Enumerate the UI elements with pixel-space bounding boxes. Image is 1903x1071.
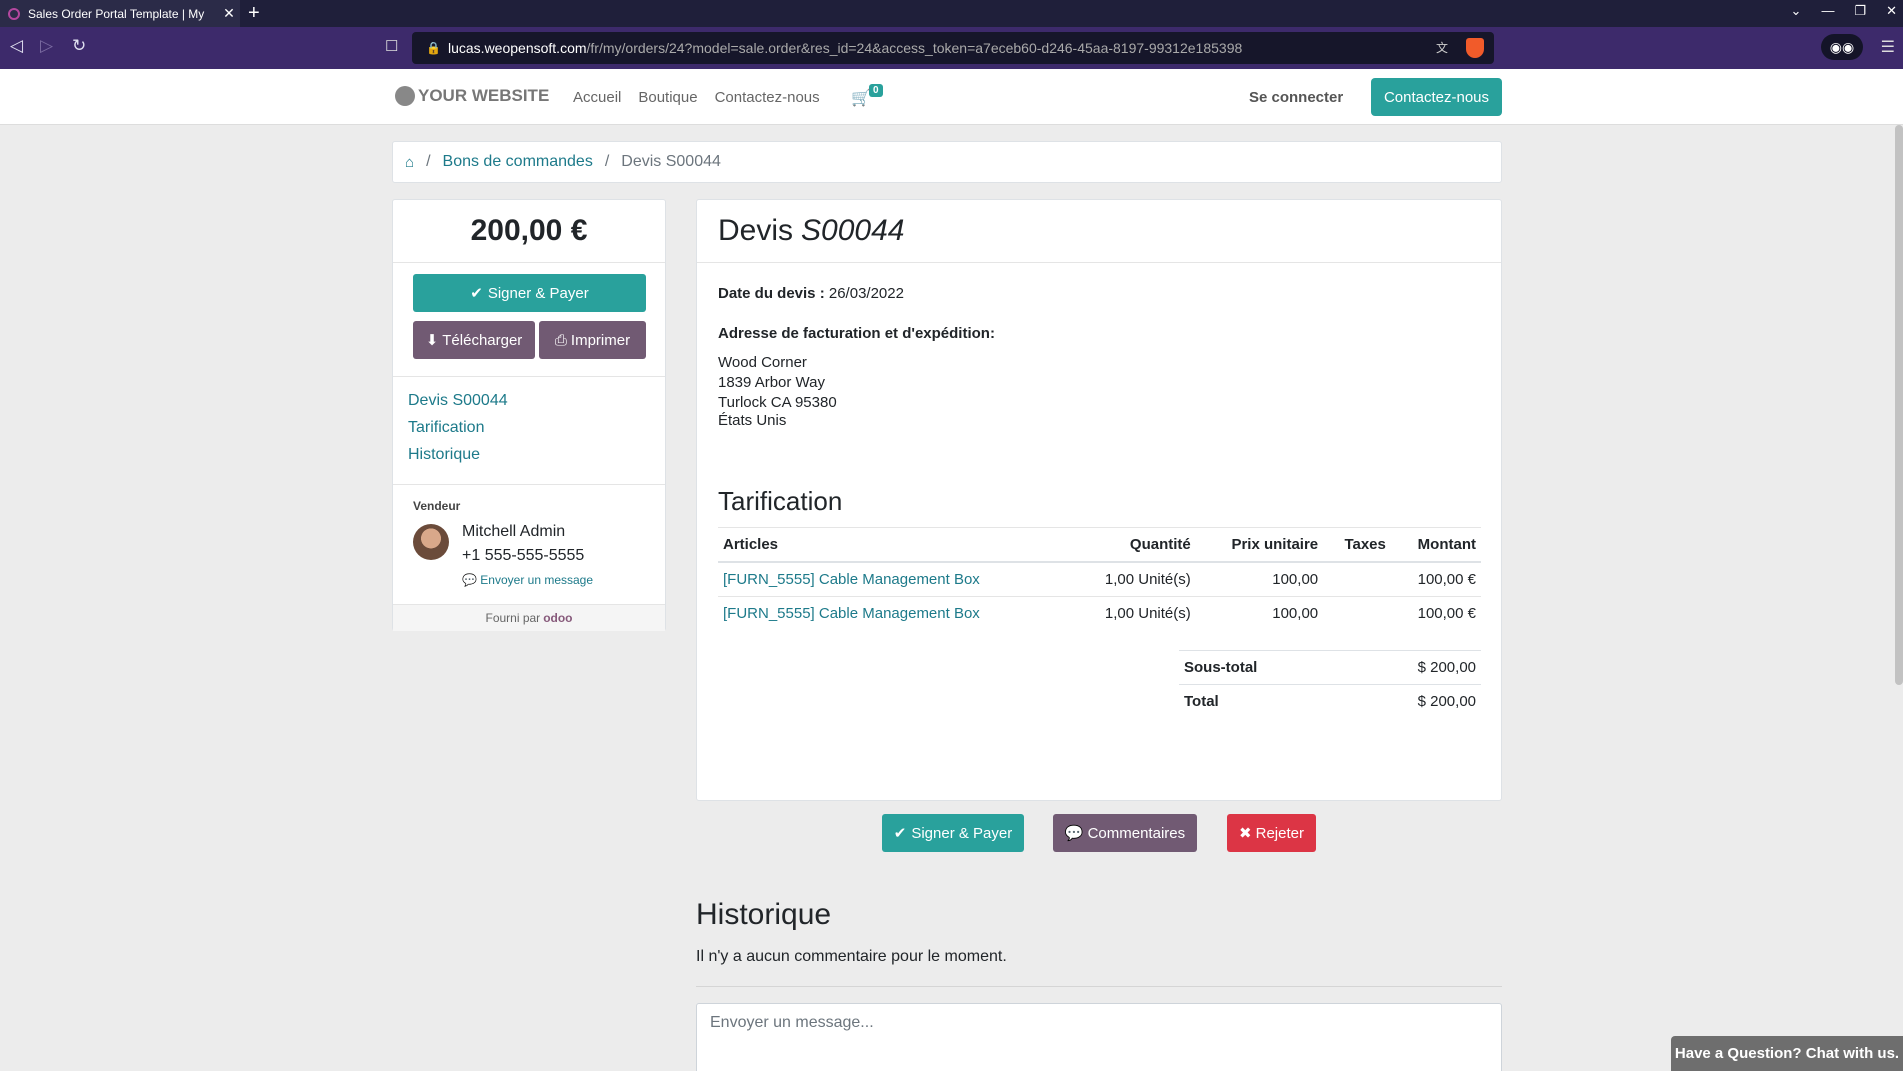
check-icon: ✔ <box>893 825 907 842</box>
main-nav: Accueil Boutique Contactez-nous <box>573 89 820 106</box>
login-link[interactable]: Se connecter <box>1249 89 1343 106</box>
tab-list-icon[interactable]: ⌄ <box>1791 3 1802 19</box>
quote-card: Devis S00044 Date du devis : 26/03/2022 … <box>696 199 1502 801</box>
reload-icon[interactable]: ↻ <box>72 36 86 56</box>
home-icon[interactable]: ⌂ <box>405 154 414 171</box>
odoo-logo[interactable]: odoo <box>543 611 572 625</box>
minimize-icon[interactable]: — <box>1821 3 1834 19</box>
history-empty-text: Il n'y a aucun commentaire pour le momen… <box>696 948 1007 965</box>
address-label: Adresse de facturation et d'expédition: <box>718 325 995 342</box>
maximize-icon[interactable]: ❐ <box>1854 3 1866 19</box>
quote-number: S00044 <box>801 214 905 247</box>
contact-button[interactable]: Contactez-nous <box>1371 78 1502 116</box>
site-logo[interactable]: YOUR WEBSITE <box>395 86 549 106</box>
divider <box>696 986 1502 987</box>
tab-title: Sales Order Portal Template | My <box>28 6 205 21</box>
subtotal-row: Sous-total $ 200,00 <box>1179 650 1481 685</box>
lock-icon: 🔒 <box>426 41 441 55</box>
browser-tab-bar: Sales Order Portal Template | My ✕ + ⌄ —… <box>0 0 1903 27</box>
new-tab-button[interactable]: + <box>248 2 260 25</box>
table-row: [FURN_5555] Cable Management Box 1,00 Un… <box>723 604 1476 622</box>
col-articles: Articles <box>718 527 1070 563</box>
globe-icon <box>395 86 415 106</box>
back-icon[interactable]: ◁ <box>10 36 23 56</box>
order-lines-table: Articles Quantité Prix unitaire Taxes Mo… <box>718 527 1481 630</box>
total-amount: 200,00 € <box>393 200 665 263</box>
download-button[interactable]: ⬇ Télécharger <box>413 321 535 359</box>
sidebar-sign-pay-button[interactable]: ✔ Signer & Payer <box>413 274 646 312</box>
brave-shield-icon[interactable] <box>1466 38 1484 58</box>
sidebar-nav: Devis S00044 Tarification Historique <box>393 377 665 485</box>
vendor-section: Vendeur Mitchell Admin +1 555-555-5555 💬… <box>393 485 665 605</box>
sidebar-item-pricing[interactable]: Tarification <box>408 419 665 437</box>
total-row: Total $ 200,00 <box>1179 684 1481 718</box>
url-path: /fr/my/orders/24?model=sale.order&res_id… <box>586 40 1243 56</box>
pricing-title: Tarification <box>718 486 843 516</box>
forward-icon[interactable]: ▷ <box>40 36 53 56</box>
cart-count-badge: 0 <box>869 84 883 97</box>
totals-table: Sous-total $ 200,00 Total $ 200,00 <box>1179 650 1481 718</box>
vendor-name: Mitchell Admin <box>462 523 566 540</box>
bookmark-icon[interactable]: ☐ <box>385 37 398 55</box>
comments-button[interactable]: 💬 Commentaires <box>1053 814 1197 852</box>
address-bar[interactable]: 🔒 lucas.weopensoft.com /fr/my/orders/24?… <box>412 32 1494 64</box>
favicon-icon <box>8 7 20 20</box>
comment-icon: 💬 <box>1064 825 1084 842</box>
product-link[interactable]: [FURN_5555] Cable Management Box <box>723 605 980 622</box>
order-sidebar: 200,00 € ✔ Signer & Payer ⬇ Télécharger ⎙ I… <box>392 199 666 631</box>
scrollbar[interactable] <box>1895 125 1903 685</box>
check-icon: ✔ <box>470 285 483 302</box>
col-taxes: Taxes <box>1323 527 1391 563</box>
nav-item-boutique[interactable]: Boutique <box>638 89 697 106</box>
history-title: Historique <box>696 898 832 931</box>
breadcrumb-orders[interactable]: Bons de commandes <box>443 153 593 171</box>
site-header: YOUR WEBSITE Accueil Boutique Contactez-… <box>0 69 1903 125</box>
vendor-label: Vendeur <box>413 499 461 513</box>
address-block: Wood Corner 1839 Arbor Way Turlock CA 95… <box>718 354 837 429</box>
send-message-link[interactable]: 💬 Envoyer un message <box>462 573 593 587</box>
quote-title: Devis S00044 <box>697 200 1501 263</box>
quote-date: Date du devis : 26/03/2022 <box>718 285 904 302</box>
logo-text: YOUR WEBSITE <box>418 86 550 105</box>
download-icon: ⬇ <box>425 332 439 349</box>
reject-button[interactable]: ✖ Rejeter <box>1227 814 1316 852</box>
print-icon: ⎙ <box>554 331 567 349</box>
avatar <box>413 524 449 560</box>
message-input[interactable]: Envoyer un message... <box>696 1003 1502 1071</box>
sidebar-actions: ✔ Signer & Payer ⬇ Télécharger ⎙ Imprimer <box>393 263 665 377</box>
powered-by: Fourni par odoo <box>393 605 665 631</box>
col-unit-price: Prix unitaire <box>1195 527 1324 563</box>
col-amount: Montant <box>1390 527 1481 563</box>
col-quantity: Quantité <box>1069 527 1196 563</box>
extension-icon[interactable]: ◉◉ <box>1821 34 1863 60</box>
translate-icon[interactable]: 文 <box>1436 39 1448 56</box>
product-link[interactable]: [FURN_5555] Cable Management Box <box>723 571 980 588</box>
sidebar-item-history[interactable]: Historique <box>408 446 665 464</box>
close-icon: ✖ <box>1239 825 1252 842</box>
sidebar-item-quote[interactable]: Devis S00044 <box>408 392 665 410</box>
nav-item-contact[interactable]: Contactez-nous <box>715 89 820 106</box>
tab-close-icon[interactable]: ✕ <box>218 5 240 22</box>
cart-icon: 🛒 <box>851 90 871 107</box>
cart-link[interactable]: 🛒 0 <box>851 84 883 108</box>
breadcrumb: ⌂ / Bons de commandes / Devis S00044 <box>392 141 1502 183</box>
vendor-phone: +1 555-555-5555 <box>462 547 585 564</box>
window-controls: ⌄ — ❐ ✕ <box>1791 3 1897 19</box>
browser-nav-bar: ◁ ▷ ↻ ☐ 🔒 lucas.weopensoft.com /fr/my/or… <box>0 27 1903 69</box>
live-chat-button[interactable]: Have a Question? Chat with us. <box>1671 1036 1903 1071</box>
url-host: lucas.weopensoft.com <box>448 40 587 56</box>
sign-pay-button[interactable]: ✔ Signer & Payer <box>882 814 1024 852</box>
print-button[interactable]: ⎙ Imprimer <box>539 321 646 359</box>
menu-icon[interactable]: ☰ <box>1881 37 1895 57</box>
table-row: [FURN_5555] Cable Management Box 1,00 Un… <box>718 562 1481 597</box>
comment-icon: 💬 <box>462 573 477 587</box>
browser-tab[interactable]: Sales Order Portal Template | My ✕ <box>0 0 240 27</box>
nav-item-accueil[interactable]: Accueil <box>573 89 621 106</box>
breadcrumb-current: Devis S00044 <box>621 153 721 170</box>
close-window-icon[interactable]: ✕ <box>1886 3 1897 19</box>
